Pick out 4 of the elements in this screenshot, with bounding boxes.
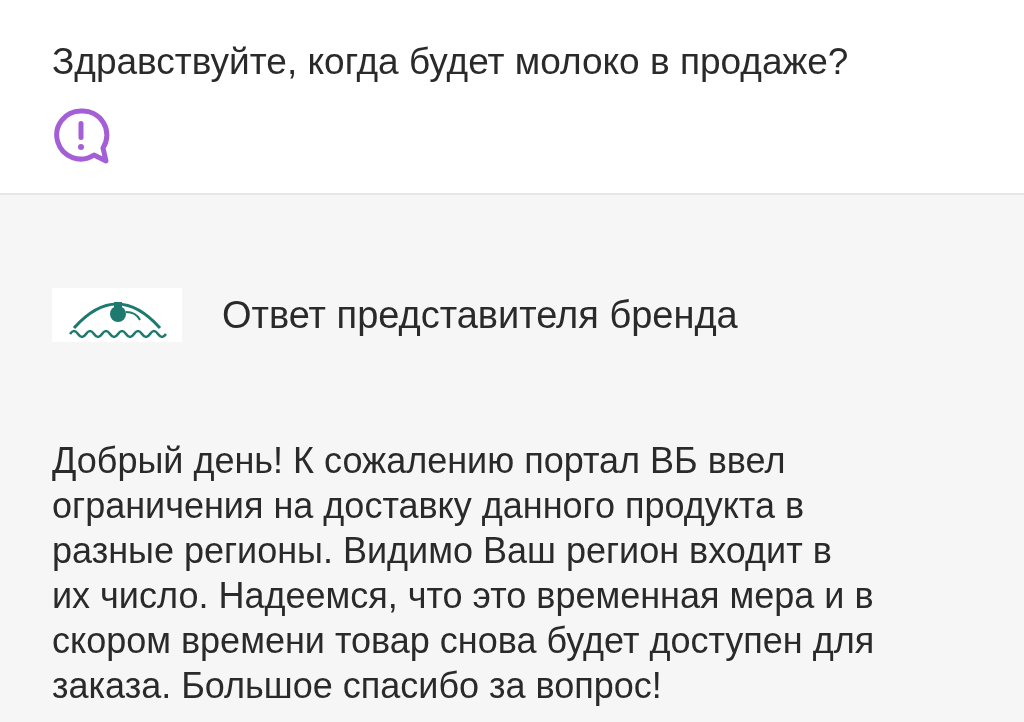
answer-text: Добрый день! К сожалению портал ВБ ввел ограничения на доставку данного продукта в разные регионы. Видимо Ваш регион входит в их число. Надеемся, что это временная мера и в скором времени товар снова будет доступен для заказа. Большое спасибо за вопрос! bbox=[52, 439, 876, 708]
question-text: Здравствуйте, когда будет молоко в продаже? bbox=[52, 40, 850, 84]
speech-bubble-exclamation-icon[interactable] bbox=[54, 108, 112, 164]
answer-title: Ответ представителя бренда bbox=[222, 293, 738, 337]
